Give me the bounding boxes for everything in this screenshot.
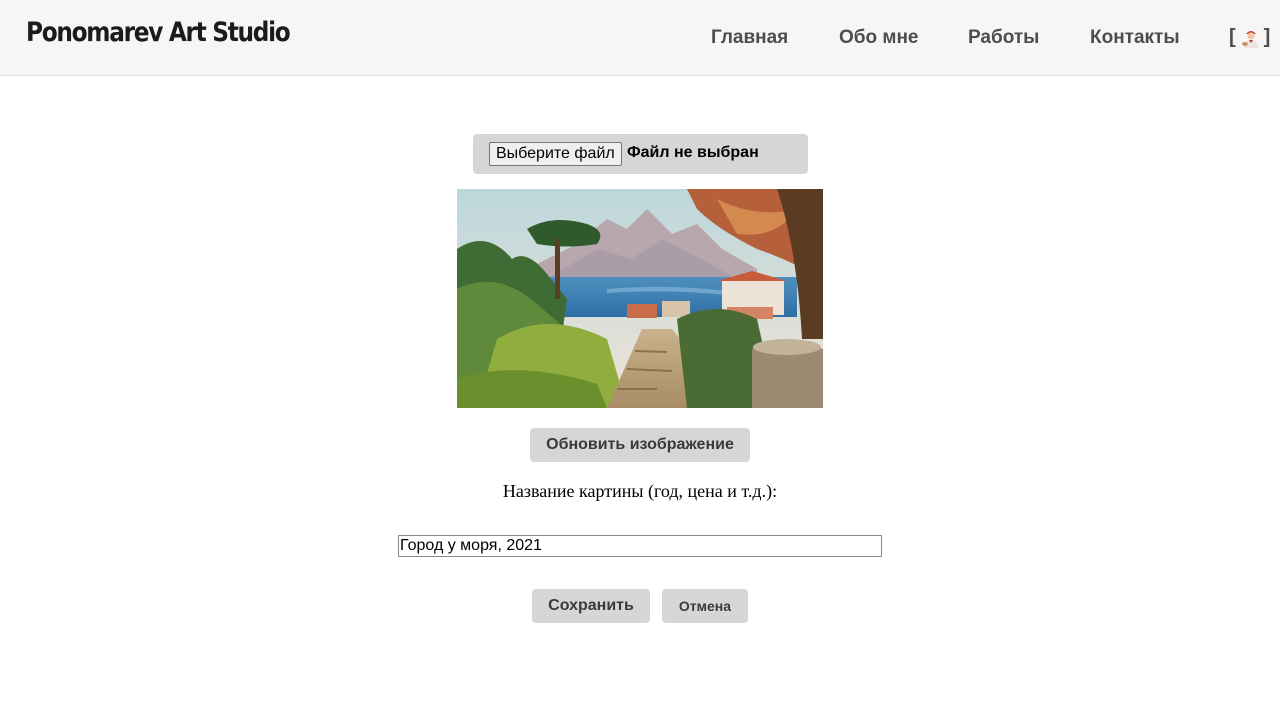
cancel-button[interactable]: Отмена <box>662 589 748 623</box>
site-header: Ponomarev Art Studio Главная Обо мне Раб… <box>0 0 1280 76</box>
nav-about-link[interactable]: Обо мне <box>839 27 919 49</box>
painting-preview-image <box>457 189 823 408</box>
nav-contacts-link[interactable]: Контакты <box>1090 27 1180 49</box>
file-upload-area: Выберите файл Файл не выбран <box>473 134 808 174</box>
admin-link[interactable]: [ ] <box>1229 26 1270 49</box>
painting-title-label: Название картины (год, цена и т.д.): <box>502 481 778 501</box>
nav-home-link[interactable]: Главная <box>711 27 788 49</box>
site-logo[interactable]: Ponomarev Art Studio <box>26 17 291 48</box>
artist-avatar-icon <box>1241 27 1261 49</box>
admin-open-bracket: [ <box>1229 26 1236 48</box>
choose-file-button[interactable]: Выберите файл <box>489 142 622 166</box>
file-status-text: Файл не выбран <box>627 144 759 161</box>
nav-works-link[interactable]: Работы <box>968 27 1039 49</box>
painting-title-input[interactable] <box>398 535 882 557</box>
save-button[interactable]: Сохранить <box>532 589 650 623</box>
update-image-button[interactable]: Обновить изображение <box>530 428 750 462</box>
admin-close-bracket: ] <box>1263 26 1271 48</box>
